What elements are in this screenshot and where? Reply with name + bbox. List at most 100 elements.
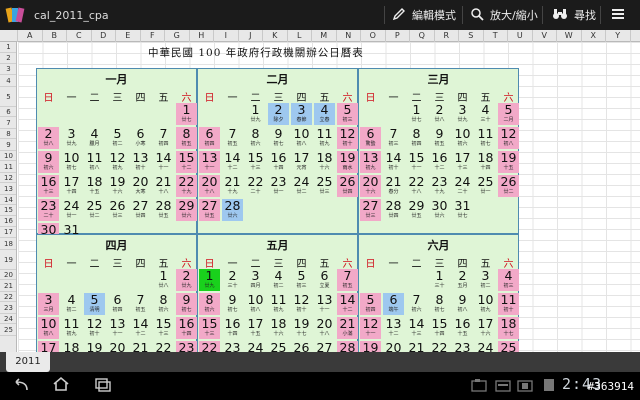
- calendar-day[interactable]: 19十七: [291, 317, 312, 339]
- row-header-18[interactable]: 18: [0, 238, 16, 250]
- calendar-day[interactable]: 21 春分: [383, 175, 404, 197]
- calendar-day[interactable]: 17 十四: [61, 175, 82, 197]
- calendar-day[interactable]: 18 十四: [475, 151, 496, 173]
- calendar-day[interactable]: 10 初六: [452, 127, 473, 149]
- calendar-day[interactable]: 21十九: [130, 341, 151, 353]
- calendar-day[interactable]: 6 初四: [199, 127, 220, 149]
- calendar-day[interactable]: 24廿三: [475, 341, 496, 353]
- row-header-7[interactable]: 7: [0, 117, 16, 129]
- calendar-day[interactable]: 26廿四: [337, 175, 358, 197]
- calendar-day[interactable]: 15 十三: [199, 317, 220, 339]
- calendar-day[interactable]: 10 初八: [245, 293, 266, 315]
- calendar-day[interactable]: 11 初十: [498, 293, 519, 315]
- calendar-day[interactable]: 22 十九: [176, 175, 197, 197]
- calendar-day[interactable]: 15 十三: [153, 317, 174, 339]
- calendar-day[interactable]: 8 初六: [245, 127, 266, 149]
- screenshot-button[interactable]: [468, 376, 490, 396]
- calendar-day[interactable]: 17十五: [38, 341, 59, 352]
- calendar-day[interactable]: 21十九: [222, 175, 243, 197]
- calendar-day[interactable]: 6 立夏: [314, 269, 335, 291]
- calendar-day[interactable]: 20 十八: [199, 175, 220, 197]
- calendar-day[interactable]: 19 十五: [498, 151, 519, 173]
- calendar-day[interactable]: 7 初六: [406, 293, 427, 315]
- column-header-l[interactable]: L: [288, 30, 312, 42]
- calendar-day[interactable]: 25 廿二: [84, 199, 105, 221]
- calendar-day[interactable]: 27 廿四: [130, 199, 151, 221]
- calendar-day[interactable]: 11 初九: [268, 293, 289, 315]
- column-header-r[interactable]: R: [435, 30, 459, 42]
- calendar-day[interactable]: 29 廿五: [406, 199, 427, 221]
- calendar-day[interactable]: 2 三十: [222, 269, 243, 291]
- row-header-17[interactable]: 17: [0, 227, 16, 238]
- row-header-24[interactable]: 24: [0, 314, 16, 324]
- calendar-day[interactable]: 17十五: [245, 317, 266, 339]
- calendar-day[interactable]: 19十八: [360, 341, 381, 352]
- calendar-day[interactable]: 5 初三: [291, 269, 312, 291]
- calendar-day[interactable]: 4 初三: [498, 269, 519, 291]
- calendar-day[interactable]: 3 廿九: [61, 127, 82, 149]
- calendar-day[interactable]: 10 初七: [61, 151, 82, 173]
- calendar-day[interactable]: 1 廿七: [176, 103, 197, 125]
- calendar-day[interactable]: 8 初四: [406, 127, 427, 149]
- calendar-day[interactable]: 23 十九: [429, 175, 450, 197]
- calendar-day[interactable]: 2 廿八: [429, 103, 450, 125]
- find-button[interactable]: 尋找: [552, 0, 596, 30]
- calendar-day[interactable]: 8 初六: [199, 293, 220, 315]
- calendar-day[interactable]: 3 四月: [245, 269, 266, 291]
- gallery-button[interactable]: [538, 376, 560, 396]
- calendar-day[interactable]: 4 立春: [314, 103, 335, 125]
- calendar-day[interactable]: 26廿四: [291, 341, 312, 353]
- calendar-day[interactable]: 1 廿九: [199, 269, 220, 291]
- calendar-day[interactable]: 5 初二: [107, 127, 128, 149]
- column-header-a[interactable]: A: [18, 30, 43, 42]
- row-header-20[interactable]: 20: [0, 270, 16, 280]
- row-header-25[interactable]: 25: [0, 324, 16, 336]
- calendar-day[interactable]: 16 十二: [429, 151, 450, 173]
- row-header-16[interactable]: 16: [0, 216, 16, 227]
- calendar-day[interactable]: 12 初十: [337, 127, 358, 149]
- column-header-v[interactable]: V: [533, 30, 557, 42]
- calendar-day[interactable]: 12 初十: [291, 293, 312, 315]
- column-header-y[interactable]: Y: [606, 30, 631, 42]
- calendar-day[interactable]: 26 廿二: [498, 175, 519, 197]
- calendar-day[interactable]: 3 初二: [475, 269, 496, 291]
- calendar-day[interactable]: 28廿六: [222, 199, 243, 221]
- calendar-day[interactable]: 7 初五: [130, 293, 151, 315]
- column-header-k[interactable]: K: [263, 30, 288, 42]
- calendar-day[interactable]: 28 廿四: [383, 199, 404, 221]
- calendar-day[interactable]: 8 初五: [176, 127, 197, 149]
- column-header-p[interactable]: P: [386, 30, 410, 42]
- calendar-day[interactable]: 23 二十: [38, 199, 59, 221]
- calendar-day[interactable]: 26 廿三: [107, 199, 128, 221]
- sheet-tab-2011[interactable]: 2011: [6, 352, 50, 372]
- calendar-day[interactable]: 28廿六: [337, 341, 358, 352]
- calendar-day[interactable]: 23廿一: [268, 175, 289, 197]
- calendar-day[interactable]: 11 初九: [314, 127, 335, 149]
- calendar-day[interactable]: 15 十四: [429, 317, 450, 339]
- calendar-day[interactable]: 22 十八: [406, 175, 427, 197]
- calendar-day[interactable]: 4 臘月: [84, 127, 105, 149]
- calendar-day[interactable]: 25 廿一: [475, 175, 496, 197]
- calendar-day[interactable]: 12 初九: [107, 151, 128, 173]
- calendar-day[interactable]: 13 初十: [130, 151, 151, 173]
- calendar-day[interactable]: 1 三十: [429, 269, 450, 291]
- calendar-day[interactable]: 21夏至: [406, 341, 427, 353]
- calendar-day[interactable]: 6 端午: [383, 293, 404, 315]
- calendar-day[interactable]: 13 十一: [314, 293, 335, 315]
- calendar-day[interactable]: 6 初四: [107, 293, 128, 315]
- row-header-1[interactable]: 1: [0, 42, 16, 53]
- calendar-day[interactable]: 1 廿八: [153, 269, 174, 291]
- calendar-day[interactable]: 22廿一: [429, 341, 450, 353]
- row-header-21[interactable]: 21: [0, 280, 16, 292]
- column-header-n[interactable]: N: [337, 30, 361, 42]
- row-header-22[interactable]: 22: [0, 292, 16, 302]
- calendar-day[interactable]: 7 初四: [153, 127, 174, 149]
- calendar-day[interactable]: 2 廿八: [38, 127, 59, 149]
- calendar-day[interactable]: 8 初六: [153, 293, 174, 315]
- calendar-day[interactable]: 6 小寒: [130, 127, 151, 149]
- calendar-day[interactable]: 8 初七: [429, 293, 450, 315]
- calendar-day[interactable]: 17 十六: [475, 317, 496, 339]
- calendar-day[interactable]: 24 二十: [452, 175, 473, 197]
- calendar-day[interactable]: 31 廿七: [452, 199, 473, 221]
- calendar-day[interactable]: 11 初八: [84, 151, 105, 173]
